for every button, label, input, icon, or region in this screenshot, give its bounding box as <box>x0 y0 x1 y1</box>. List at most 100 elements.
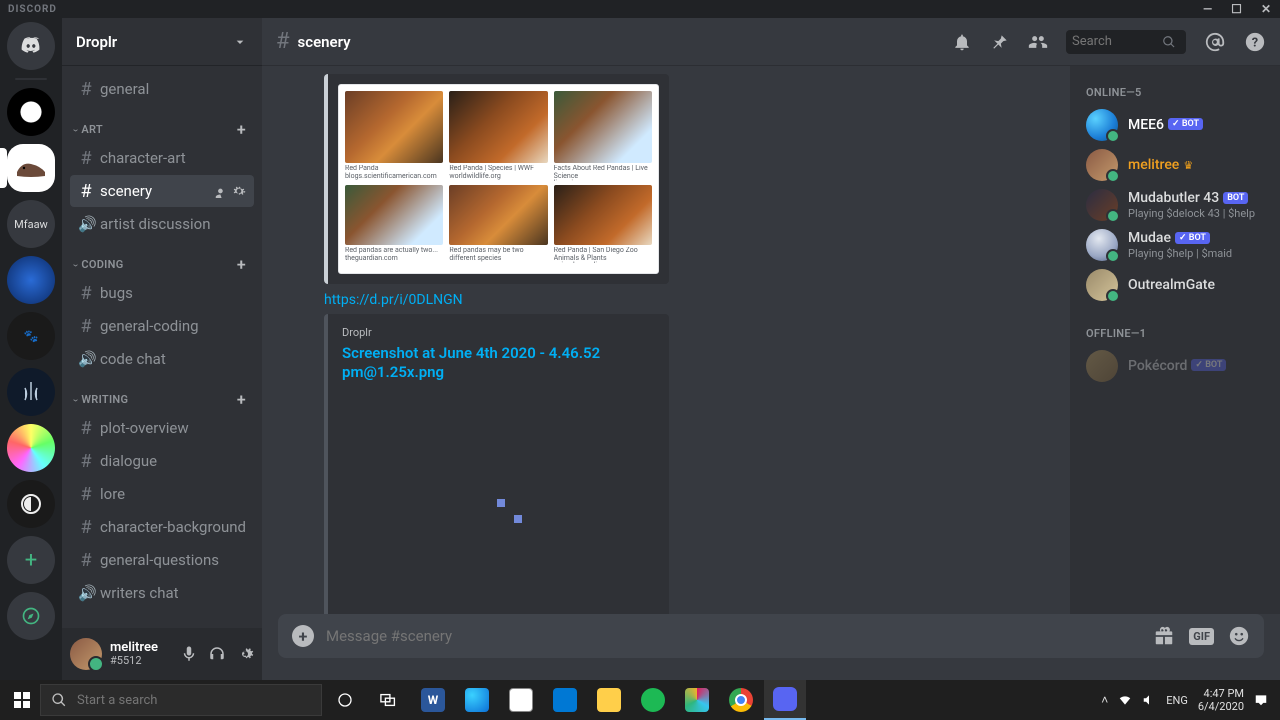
tray-network-icon[interactable] <box>1118 693 1132 707</box>
mute-button[interactable] <box>180 645 198 663</box>
invite-icon[interactable] <box>214 184 228 198</box>
taskbar-app-edge[interactable] <box>456 680 498 720</box>
tray-volume-icon[interactable] <box>1142 693 1156 707</box>
bot-badge: BOT <box>1175 232 1210 244</box>
gif-button[interactable]: GIF <box>1189 628 1214 645</box>
windows-taskbar: W ˄ ENG 4:47 PM 6/4/2020 <box>0 680 1280 720</box>
taskbar-app-slack[interactable] <box>676 680 718 720</box>
member-avatar <box>1086 109 1118 141</box>
taskbar-app-store[interactable] <box>500 680 542 720</box>
channel-general-questions[interactable]: #general-questions <box>70 544 254 576</box>
taskbar-app-discord[interactable] <box>764 680 806 720</box>
server-icon-1[interactable] <box>7 88 55 136</box>
category-writing[interactable]: WRITING + <box>62 376 262 411</box>
image-thumbnail[interactable]: Facts About Red Pandas | Live Scienceliv… <box>554 91 652 181</box>
channel-character-background[interactable]: #character-background <box>70 511 254 543</box>
member-list[interactable]: ONLINE—5 MEE6BOT melitree♛ Mudabutler 43… <box>1070 66 1280 614</box>
user-settings-button[interactable] <box>236 645 254 663</box>
category-coding[interactable]: CODING + <box>62 241 262 276</box>
image-thumbnail[interactable]: Red pandas are actually two...theguardia… <box>345 185 443 263</box>
task-view-button[interactable] <box>324 680 366 720</box>
server-icon-5[interactable] <box>7 368 55 416</box>
minimize-button[interactable]: — <box>1203 2 1213 16</box>
channel-character-art[interactable]: #character-art <box>70 142 254 174</box>
current-user-info[interactable]: melitree #5512 <box>110 641 172 667</box>
pinned-messages-button[interactable] <box>990 32 1010 52</box>
member-list-toggle[interactable] <box>1028 32 1048 52</box>
channel-general[interactable]: # general <box>70 73 254 105</box>
taskbar-search-input[interactable] <box>77 693 311 708</box>
image-thumbnail[interactable]: Red Panda | San Diego Zoo Animals & Plan… <box>554 185 652 263</box>
home-button[interactable] <box>7 22 55 70</box>
server-icon-3[interactable] <box>7 256 55 304</box>
member-row[interactable]: OutrealmGate <box>1078 265 1272 305</box>
tray-chevron-icon[interactable]: ˄ <box>1101 693 1108 707</box>
channel-bugs[interactable]: #bugs <box>70 277 254 309</box>
search-box[interactable] <box>1066 30 1186 54</box>
member-row[interactable]: MEE6BOT <box>1078 105 1272 145</box>
message-input[interactable] <box>326 627 1141 645</box>
tray-language[interactable]: ENG <box>1166 694 1188 707</box>
cortana-button[interactable] <box>368 680 410 720</box>
attach-button[interactable]: + <box>292 625 314 647</box>
add-server-button[interactable]: + <box>7 536 55 584</box>
message-list[interactable]: Red Pandablogs.scientificamerican.com Re… <box>262 66 1070 614</box>
deafen-button[interactable] <box>208 645 226 663</box>
server-icon-4[interactable]: 🐾 <box>7 312 55 360</box>
channel-scenery[interactable]: # scenery <box>70 175 254 207</box>
current-user-avatar[interactable] <box>70 638 102 670</box>
message-link[interactable]: https://d.pr/i/0DLNGN <box>324 292 1050 308</box>
help-button[interactable]: ? <box>1244 31 1266 53</box>
explore-servers-button[interactable] <box>7 592 55 640</box>
taskbar-app-spotify[interactable] <box>632 680 674 720</box>
member-row[interactable]: MudaeBOTPlaying $help | $maid <box>1078 225 1272 265</box>
server-rail: Mfaaw 🐾 + <box>0 18 62 680</box>
channel-plot-overview[interactable]: #plot-overview <box>70 412 254 444</box>
image-thumbnail[interactable]: Red Panda | Species | WWFworldwildlife.o… <box>449 91 547 181</box>
notifications-button[interactable] <box>952 32 972 52</box>
embed-title-link[interactable]: Screenshot at June 4th 2020 - 4.46.52 pm… <box>342 344 600 381</box>
channel-lore[interactable]: #lore <box>70 478 254 510</box>
channel-writers-chat[interactable]: 🔊writers chat <box>70 577 254 609</box>
taskbar-app-explorer[interactable] <box>588 680 630 720</box>
gift-button[interactable] <box>1153 625 1175 647</box>
chat-header: # scenery ? <box>262 18 1280 66</box>
tray-notifications-icon[interactable] <box>1254 693 1268 707</box>
gear-icon[interactable] <box>232 184 246 198</box>
chat-input[interactable]: + GIF <box>278 614 1264 658</box>
channel-code-chat[interactable]: 🔊code chat <box>70 343 254 375</box>
category-art[interactable]: ART + <box>62 106 262 141</box>
taskbar-search[interactable] <box>40 684 322 716</box>
close-button[interactable]: ✕ <box>1261 2 1272 16</box>
tray-clock[interactable]: 4:47 PM 6/4/2020 <box>1198 687 1244 713</box>
taskbar-app-word[interactable]: W <box>412 680 454 720</box>
server-icon-7[interactable] <box>7 480 55 528</box>
member-row[interactable]: melitree♛ <box>1078 145 1272 185</box>
member-avatar <box>1086 269 1118 301</box>
image-thumbnail[interactable]: Red pandas may be two different speciesc… <box>449 185 547 263</box>
member-row[interactable]: Mudabutler 43BOTPlaying $delock 43 | $he… <box>1078 185 1272 225</box>
server-icon-mfaaw[interactable]: Mfaaw <box>7 200 55 248</box>
add-channel-button[interactable]: + <box>237 390 254 409</box>
server-header[interactable]: Droplr <box>62 18 262 66</box>
add-channel-button[interactable]: + <box>237 255 254 274</box>
channel-list[interactable]: # general ART + #character-art # scenery… <box>62 66 262 628</box>
start-button[interactable] <box>6 684 38 716</box>
add-channel-button[interactable]: + <box>237 120 254 139</box>
channel-dialogue[interactable]: #dialogue <box>70 445 254 477</box>
channel-general-coding[interactable]: #general-coding <box>70 310 254 342</box>
loading-spinner-dot <box>497 499 505 507</box>
taskbar-app-chrome[interactable] <box>720 680 762 720</box>
server-icon-selected[interactable] <box>7 144 55 192</box>
search-input[interactable] <box>1072 34 1162 49</box>
image-thumbnail[interactable]: Red Pandablogs.scientificamerican.com <box>345 91 443 181</box>
server-icon-6[interactable] <box>7 424 55 472</box>
emoji-button[interactable] <box>1228 625 1250 647</box>
mentions-button[interactable] <box>1204 31 1226 53</box>
channel-artist-discussion[interactable]: 🔊artist discussion <box>70 208 254 240</box>
member-row[interactable]: PokécordBOT <box>1078 346 1272 386</box>
system-tray[interactable]: ˄ ENG 4:47 PM 6/4/2020 <box>1101 687 1274 713</box>
maximize-button[interactable]: ☐ <box>1231 2 1243 16</box>
discord-logo-icon <box>18 36 44 56</box>
taskbar-app-mail[interactable] <box>544 680 586 720</box>
